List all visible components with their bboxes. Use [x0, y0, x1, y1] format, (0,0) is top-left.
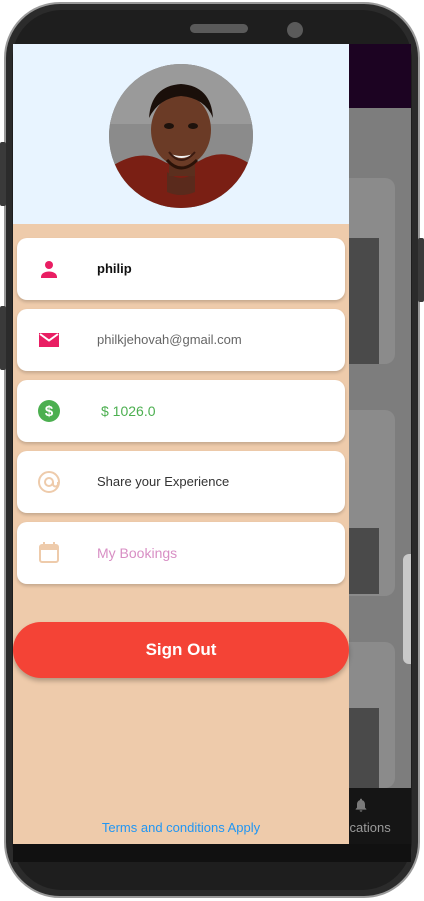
terms-link[interactable]: Terms and conditions Apply [13, 820, 349, 835]
my-bookings-row[interactable]: My Bookings [17, 522, 345, 584]
volume-down-button [0, 306, 6, 370]
background-scroll-handle [403, 554, 411, 664]
my-bookings-label: My Bookings [97, 545, 178, 561]
email-row[interactable]: philkjehovah@gmail.com [17, 309, 345, 371]
phone-speaker [190, 24, 248, 33]
profile-name-row[interactable]: philip [17, 238, 345, 300]
background-photo [349, 528, 379, 594]
background-photo [349, 238, 379, 364]
user-name: philip [97, 261, 132, 276]
balance-row[interactable]: $ $ 1026.0 [17, 380, 345, 442]
person-icon [41, 261, 57, 278]
bell-icon [355, 798, 367, 812]
drawer-header [13, 44, 349, 224]
background-photo [349, 708, 379, 788]
avatar[interactable] [109, 64, 253, 208]
navigation-drawer: philip philkjehovah@gmail.com $ $ 1026.0… [13, 44, 349, 844]
user-email: philkjehovah@gmail.com [97, 332, 242, 347]
dollar-icon: $ [38, 400, 60, 422]
profile-photo [109, 64, 253, 208]
power-button [418, 238, 424, 302]
mail-icon [39, 333, 59, 347]
sign-out-button[interactable]: Sign Out [13, 622, 349, 678]
volume-up-button [0, 142, 6, 206]
share-experience-row[interactable]: Share your Experience [17, 451, 345, 513]
wallet-balance: $ 1026.0 [101, 403, 156, 419]
svg-text:$: $ [45, 403, 54, 420]
calendar-icon [39, 542, 59, 563]
share-experience-label: Share your Experience [97, 474, 230, 489]
phone-camera [287, 22, 303, 38]
phone-bottom-bar [13, 844, 411, 862]
at-icon [38, 471, 60, 493]
screen: fications philip philkjehovah@gmail.com … [13, 44, 411, 844]
bottom-nav-notifications-label: fications [343, 820, 391, 835]
